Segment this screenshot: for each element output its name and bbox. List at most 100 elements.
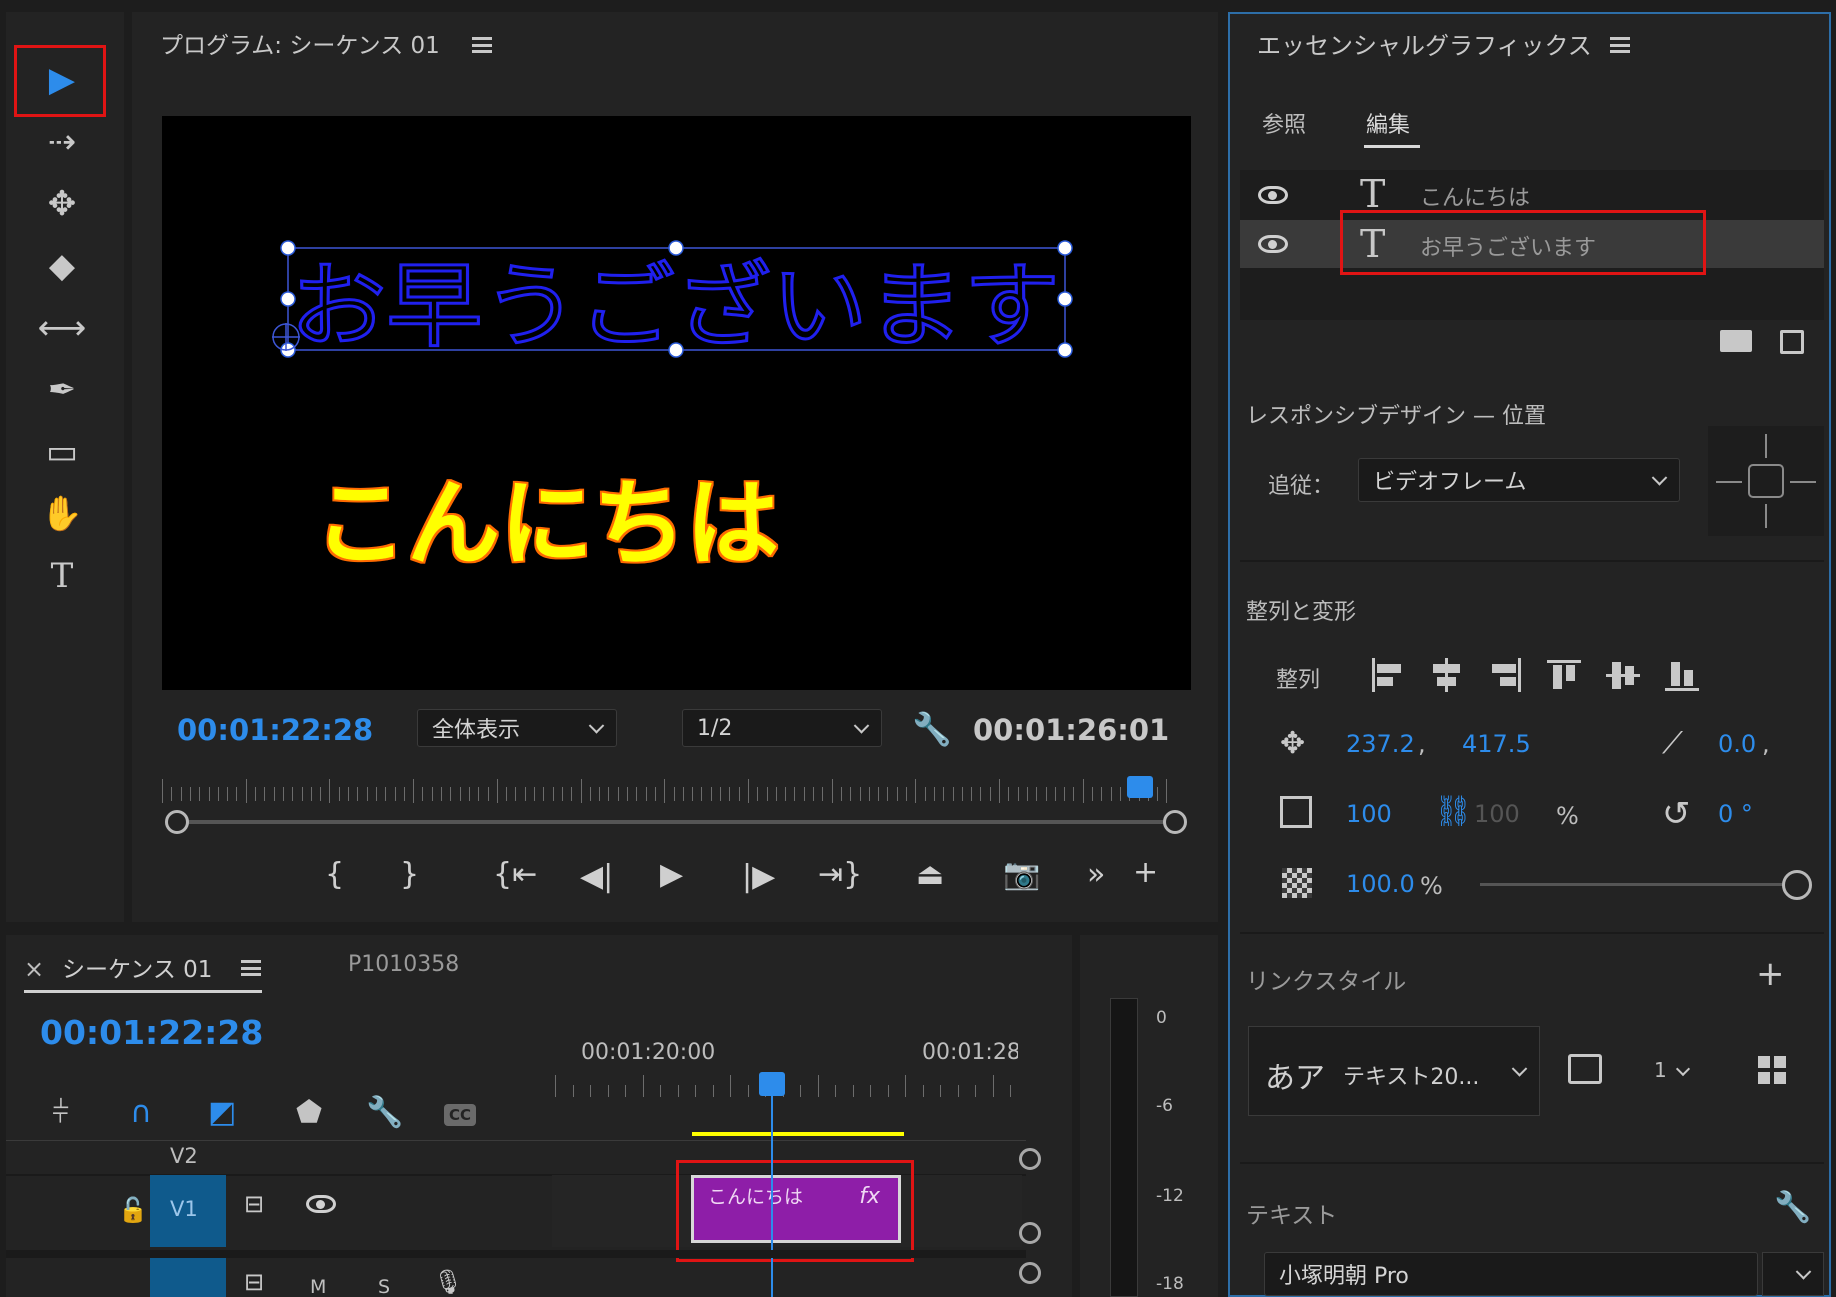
zoom-dropdown[interactable]: 全体表示	[417, 709, 617, 747]
align-right-icon[interactable]	[1486, 656, 1526, 696]
position-x[interactable]: 237.2	[1346, 730, 1415, 758]
style-dropdown[interactable]: あア テキスト20...	[1248, 1026, 1540, 1116]
track-select-tool[interactable]: ⇢	[30, 117, 94, 167]
v-scroll-handle-a[interactable]	[1019, 1262, 1041, 1284]
nest-icon[interactable]: ⫩	[52, 1098, 69, 1128]
a1-sync-lock-icon[interactable]: ⊟	[244, 1268, 264, 1296]
v-scroll-handle-top[interactable]	[1019, 1148, 1041, 1170]
font-style-dropdown[interactable]	[1762, 1252, 1824, 1296]
video-canvas[interactable]: お早うございます こんにちは	[162, 116, 1191, 690]
text-settings-wrench-icon[interactable]: 🔧	[1774, 1190, 1811, 1225]
step-back-button[interactable]: ◀|	[580, 862, 613, 892]
layer-visibility-eye-icon[interactable]	[1258, 235, 1288, 253]
lift-button[interactable]: ⏏	[916, 860, 944, 890]
monitor-zoom-bar[interactable]	[176, 820, 1174, 824]
work-area-bar[interactable]	[692, 1132, 904, 1136]
timeline-settings-wrench-icon[interactable]: 🔧	[366, 1098, 403, 1128]
monitor-playhead[interactable]	[1127, 776, 1153, 798]
opacity-slider-track[interactable]	[1480, 883, 1796, 886]
zoom-handle-right[interactable]	[1163, 810, 1187, 834]
timeline-ruler[interactable]	[555, 1075, 1015, 1099]
layer-visibility-eye-icon[interactable]	[1258, 186, 1288, 204]
ripple-edit-tool[interactable]: ✥	[30, 179, 94, 229]
align-left-icon[interactable]	[1368, 656, 1408, 696]
ruler-tick	[1008, 787, 1010, 801]
mute-button[interactable]: M	[310, 1276, 326, 1297]
pin-to-edges-widget[interactable]	[1708, 426, 1824, 536]
align-horizontal-center-icon[interactable]	[1427, 656, 1467, 696]
mark-out-button[interactable]: }	[400, 860, 419, 890]
hand-tool[interactable]: ✋	[30, 489, 94, 539]
anchor-value[interactable]: 0.0	[1718, 730, 1756, 758]
program-monitor-title[interactable]: プログラム: シーケンス 01	[160, 26, 440, 60]
go-to-in-button[interactable]: {⇤	[493, 860, 537, 890]
program-monitor-menu-icon[interactable]	[472, 37, 492, 53]
linked-selection-icon[interactable]: ◩	[208, 1098, 236, 1128]
ruler-tick	[747, 779, 749, 803]
go-to-out-button[interactable]: ⇥}	[818, 860, 862, 890]
scale-value[interactable]: 100	[1346, 800, 1392, 828]
pin-left[interactable]	[1716, 481, 1742, 483]
eg-title[interactable]: エッセンシャルグラフィックス	[1257, 26, 1592, 61]
ruler-tick	[682, 787, 684, 801]
tab-p1010358[interactable]: P1010358	[348, 952, 459, 977]
more-controls-button[interactable]: »	[1087, 860, 1105, 890]
style-count[interactable]: 1	[1654, 1058, 1667, 1082]
timeline-menu-icon[interactable]	[241, 960, 261, 976]
eg-menu-icon[interactable]	[1610, 37, 1630, 53]
voiceover-mic-icon[interactable]: 🎙	[433, 1268, 463, 1296]
tab-sequence-01[interactable]: シーケンス 01	[62, 950, 212, 984]
pen-tool[interactable]: ✒	[30, 365, 94, 415]
follow-dropdown[interactable]: ビデオフレーム	[1358, 458, 1680, 502]
tab-edit[interactable]: 編集	[1366, 107, 1410, 139]
zoom-handle-left[interactable]	[165, 810, 189, 834]
a1-track-target[interactable]	[150, 1258, 226, 1297]
captions-icon[interactable]: CC	[444, 1104, 477, 1126]
type-tool[interactable]: T	[30, 551, 94, 601]
timeline-playhead-handle[interactable]	[759, 1072, 785, 1096]
align-vertical-center-icon[interactable]	[1604, 656, 1644, 696]
pin-right[interactable]	[1790, 481, 1816, 483]
add-marker-icon[interactable]: ⬟	[296, 1098, 322, 1128]
add-style-button[interactable]: +	[1756, 954, 1785, 994]
pin-bottom[interactable]	[1765, 504, 1767, 528]
step-forward-button[interactable]: |▶	[742, 862, 775, 892]
align-bottom-icon[interactable]	[1663, 656, 1703, 696]
position-y[interactable]: 417.5	[1462, 730, 1531, 758]
slip-tool[interactable]: ⟷	[30, 303, 94, 353]
sync-lock-icon[interactable]: ⊟	[244, 1190, 264, 1218]
export-frame-camera-icon[interactable]: 📷	[1003, 860, 1040, 890]
rectangle-tool[interactable]: ▭	[30, 427, 94, 477]
v1-track-target[interactable]: V1	[150, 1175, 226, 1247]
lock-icon[interactable]: 🔓	[118, 1196, 148, 1224]
timeline-close-icon[interactable]: ×	[24, 955, 44, 983]
solo-button[interactable]: S	[378, 1276, 390, 1297]
settings-wrench-icon[interactable]: 🔧	[912, 710, 952, 748]
new-layer-icon[interactable]	[1780, 330, 1804, 354]
toggle-output-eye-icon[interactable]	[306, 1195, 336, 1213]
mark-in-button[interactable]: {	[325, 860, 344, 890]
razor-tool[interactable]: ◆	[30, 241, 94, 291]
pin-center-box[interactable]	[1748, 464, 1784, 498]
tab-browse[interactable]: 参照	[1262, 107, 1306, 139]
add-button[interactable]: +	[1133, 858, 1158, 888]
push-style-icon[interactable]	[1568, 1054, 1602, 1084]
font-dropdown[interactable]: 小塚明朝 Pro	[1264, 1252, 1758, 1296]
snap-magnet-icon[interactable]: ∩	[130, 1098, 152, 1128]
program-current-time[interactable]: 00:01:22:28	[177, 713, 373, 747]
rotation-value[interactable]: 0 °	[1718, 800, 1753, 828]
uniform-scale-link-icon[interactable]: ⛓	[1434, 794, 1472, 829]
new-group-folder-icon[interactable]	[1720, 330, 1752, 352]
pin-top[interactable]	[1765, 434, 1767, 458]
opacity-value[interactable]: 100.0	[1346, 870, 1415, 898]
timeline-current-time[interactable]: 00:01:22:28	[40, 1013, 263, 1052]
v2-track-header[interactable]: V2	[150, 1142, 226, 1174]
ruler-tick	[712, 1085, 714, 1097]
grid-view-icon[interactable]	[1758, 1056, 1786, 1084]
play-button[interactable]: ▶	[660, 860, 683, 890]
opacity-slider-handle[interactable]	[1782, 870, 1812, 900]
resolution-dropdown[interactable]: 1/2	[682, 709, 882, 747]
v-scroll-handle-bottom[interactable]	[1019, 1222, 1041, 1244]
monitor-time-ruler[interactable]	[162, 775, 1178, 807]
align-top-icon[interactable]	[1545, 656, 1585, 696]
